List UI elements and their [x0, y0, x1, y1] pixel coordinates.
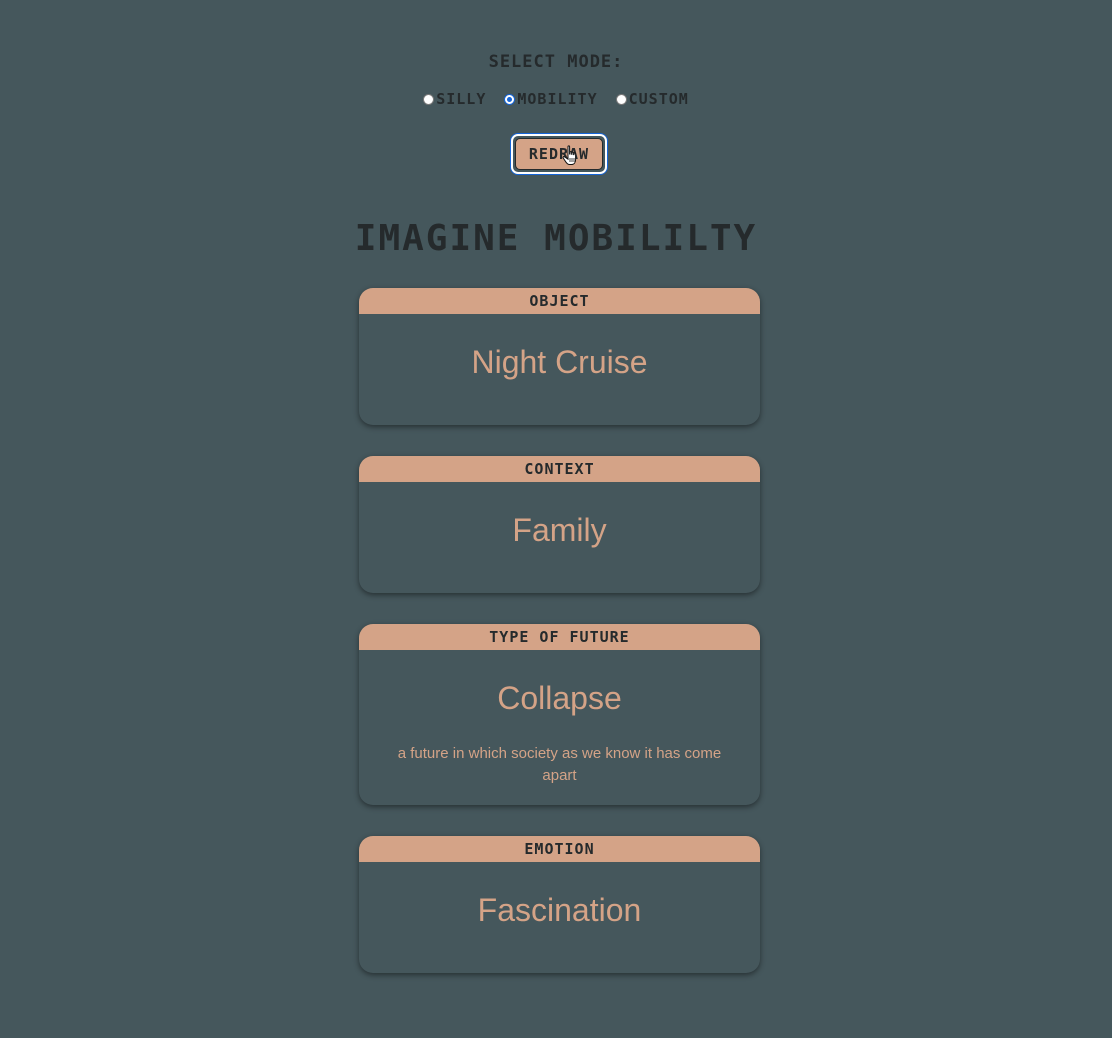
card-value: Night Cruise	[471, 344, 648, 380]
mode-option-mobility[interactable]: MOBILITY	[504, 90, 597, 108]
card-emotion: EMOTION Fascination	[359, 836, 760, 973]
redraw-focus-ring: REDRAW	[511, 134, 607, 174]
hand-pointer-icon	[562, 145, 577, 165]
card-value: Collapse	[497, 680, 622, 716]
card-value: Family	[512, 512, 607, 548]
card-type-of-future: TYPE OF FUTURE Collapse a future in whic…	[359, 624, 760, 805]
mode-option-label: SILLY	[436, 90, 487, 108]
mode-option-label: CUSTOM	[628, 90, 689, 108]
redraw-button[interactable]: REDRAW	[515, 138, 603, 170]
mode-option-custom[interactable]: CUSTOM	[615, 90, 689, 108]
card-header: EMOTION	[359, 836, 760, 862]
mode-label: SELECT MODE:	[488, 52, 624, 72]
card-description: a future in which society as we know it …	[397, 745, 722, 784]
radio-silly[interactable]	[423, 93, 435, 105]
radio-mobility[interactable]	[504, 93, 516, 105]
card-object: OBJECT Night Cruise	[359, 288, 760, 425]
card-context: CONTEXT Family	[359, 456, 760, 593]
mode-radio-group: SILLY MOBILITY CUSTOM	[0, 90, 1112, 108]
mode-option-silly[interactable]: SILLY	[423, 90, 486, 108]
page-title: IMAGINE MOBILILTY	[354, 218, 758, 259]
card-header: TYPE OF FUTURE	[359, 624, 760, 650]
mode-option-label: MOBILITY	[517, 90, 598, 108]
card-value: Fascination	[477, 892, 642, 928]
card-header: CONTEXT	[359, 456, 760, 482]
card-header: OBJECT	[359, 288, 760, 314]
radio-custom[interactable]	[615, 93, 627, 105]
